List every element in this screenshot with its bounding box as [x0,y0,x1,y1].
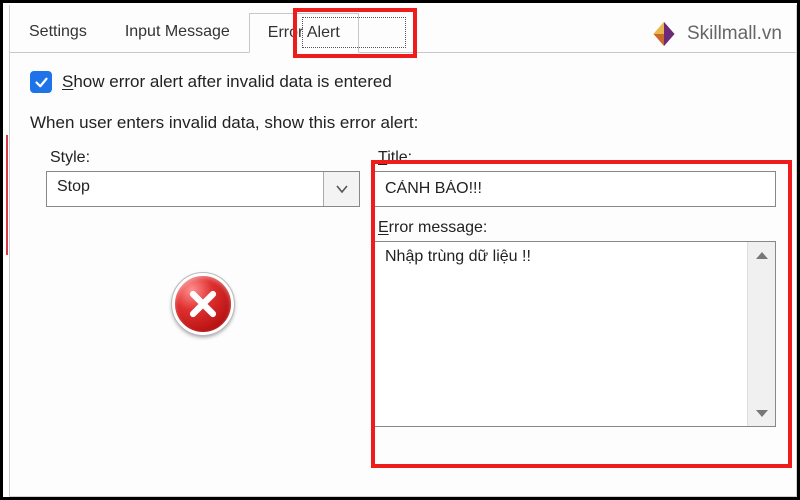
style-dropdown-button[interactable] [323,172,359,206]
scroll-down-button[interactable] [748,400,775,426]
triangle-down-icon [756,410,768,417]
scroll-up-button[interactable] [748,242,775,268]
brand-watermark: Skillmall.vn [649,19,782,49]
style-dropdown-value: Stop [47,172,323,206]
section-heading: When user enters invalid data, show this… [30,113,776,133]
show-error-alert-label: Show error alert after invalid data is e… [62,72,392,92]
title-label: Title: [378,149,776,167]
brand-logo-icon [649,19,679,49]
data-validation-dialog: Settings Input Message Error Alert Skill… [9,5,797,497]
tab-input-message[interactable]: Input Message [106,12,249,52]
show-error-alert-checkbox[interactable] [30,71,52,93]
style-label: Style: [50,149,360,167]
style-dropdown[interactable]: Stop [46,171,360,207]
triangle-up-icon [756,252,768,259]
chevron-down-icon [336,183,348,195]
error-message-value: Nhập trùng dữ liệu !! [375,242,747,426]
error-message-label: Error message: [378,219,776,237]
tab-error-alert[interactable]: Error Alert [249,13,359,53]
checkmark-icon [34,75,49,90]
error-message-textarea[interactable]: Nhập trùng dữ liệu !! [374,241,776,427]
brand-text: Skillmall.vn [687,23,782,45]
stop-error-icon [172,273,234,335]
title-input[interactable] [374,171,776,207]
textarea-scrollbar[interactable] [747,242,775,426]
tab-settings[interactable]: Settings [10,12,106,52]
